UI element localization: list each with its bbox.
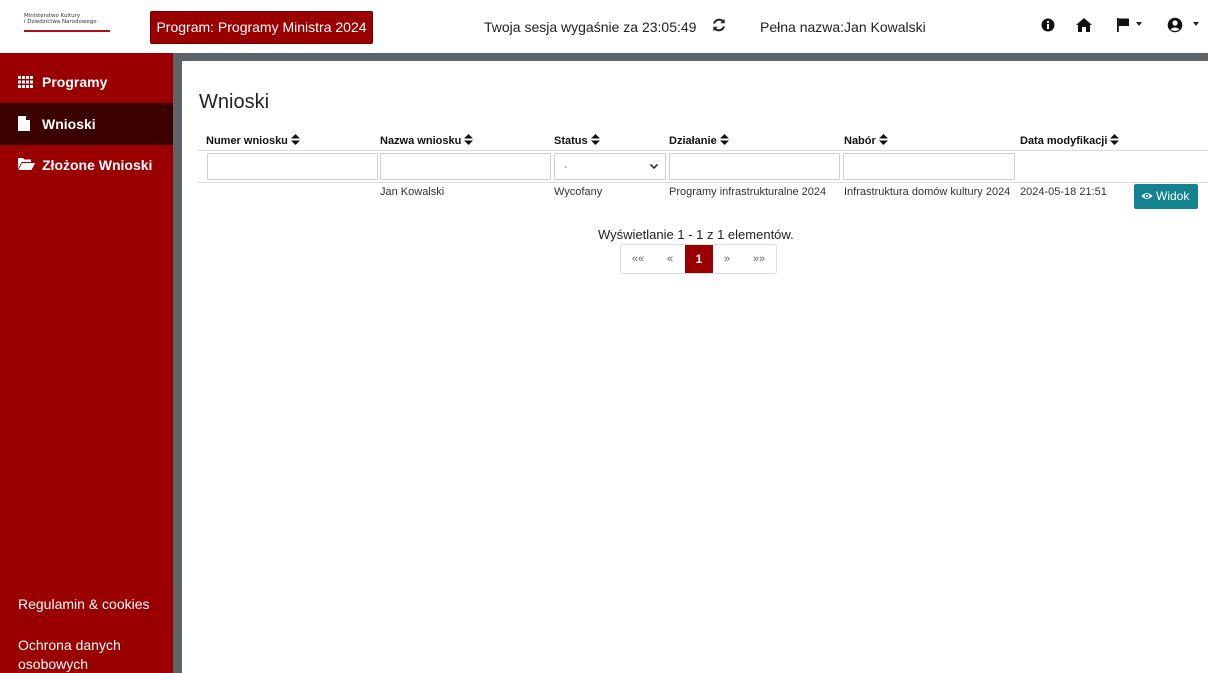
filter-nazwa-input[interactable] [380,153,551,180]
terms-cookies-link[interactable]: Regulamin & cookies [18,595,150,614]
language-caret-icon[interactable] [1136,22,1142,26]
pagination-last[interactable]: »» [741,245,777,273]
column-header-label: Numer wniosku [206,135,288,147]
column-header-nazwa[interactable]: Nazwa wniosku [380,134,474,147]
pagination-prev[interactable]: « [655,245,685,273]
view-button-label: Widok [1156,189,1190,203]
session-timer: Twoja sesja wygaśnie za 23:05:49 [484,19,697,35]
main-content: Wnioski Numer wniosku Nazwa wniosku Stat… [182,61,1208,673]
column-header-dzialanie[interactable]: Działanie [669,134,729,147]
sidebar-item-label: Programy [42,74,108,90]
column-header-data-modyfikacji[interactable]: Data modyfikacji [1020,134,1120,147]
ministry-logo[interactable]: Ministerstwo Kultury i Dziedzictwa Narod… [24,13,116,37]
column-header-label: Nazwa wniosku [380,135,462,147]
cell-status: Wycofany [554,186,603,198]
cell-nabor: Infrastruktura domów kultury 2024 [844,186,1011,198]
pagination-first[interactable]: «« [621,245,655,273]
filter-status-select[interactable]: - [554,153,666,180]
pagination-next[interactable]: » [713,245,741,273]
home-icon[interactable] [1075,17,1093,33]
column-header-status[interactable]: Status [554,134,600,147]
user-fullname: Pełna nazwa:Jan Kowalski [760,19,926,35]
grid-icon [18,76,33,88]
user-circle-icon[interactable] [1167,17,1183,33]
filter-numer-input[interactable] [207,153,378,180]
user-menu-caret-icon[interactable] [1193,22,1199,26]
flag-icon[interactable] [1116,17,1130,33]
sidebar-item-zlozone-wnioski[interactable]: Złożone Wnioski [0,145,173,185]
privacy-link-line-1: Ochrona danych [18,637,121,653]
column-header-label: Data modyfikacji [1020,135,1108,147]
sidebar-item-programy[interactable]: Programy [0,63,173,103]
folder-open-icon [18,158,35,170]
privacy-link-line-2: osobowych [18,656,89,672]
column-header-label: Nabór [844,135,876,147]
sort-icon [290,134,300,145]
results-summary: Wyświetlanie 1 - 1 z 1 elementów. [598,227,794,242]
cell-data-modyfikacji: 2024-05-18 21:51 [1020,186,1107,198]
sidebar: Programy Wnioski Złożone Wnioski Regulam… [0,53,173,673]
sort-icon [464,134,474,145]
header-divider [198,150,1208,151]
column-header-numer[interactable]: Numer wniosku [206,134,300,147]
filter-nabor-input[interactable] [843,153,1015,180]
file-icon [18,116,30,131]
refresh-icon[interactable] [711,17,727,33]
privacy-link[interactable]: Ochrona danych osobowych [18,636,121,673]
column-header-label: Działanie [669,135,717,147]
view-button[interactable]: Widok [1134,184,1198,209]
program-selector-button[interactable]: Program: Programy Ministra 2024 [150,11,373,44]
pagination: «« « 1 » »» [620,244,777,274]
pagination-page-1[interactable]: 1 [685,245,713,273]
filter-divider [198,182,1208,183]
top-bar: Ministerstwo Kultury i Dziedzictwa Narod… [0,0,1208,53]
info-icon[interactable] [1041,17,1055,33]
column-header-label: Status [554,135,588,147]
sidebar-item-label: Złożone Wnioski [42,157,153,173]
sidebar-item-label: Wnioski [42,116,96,132]
column-header-nabor[interactable]: Nabór [844,134,888,147]
cell-dzialanie: Programy infrastrukturalne 2024 [669,186,827,198]
sort-icon [719,134,729,145]
cell-nazwa: Jan Kowalski [380,186,445,198]
filter-dzialanie-input[interactable] [669,153,840,180]
sort-icon [590,134,600,145]
logo-line-2: i Dziedzictwa Narodowego [24,19,97,25]
eye-icon [1141,193,1153,199]
logo-underline [24,30,110,32]
sort-icon [1110,134,1120,145]
sidebar-item-wnioski[interactable]: Wnioski [0,103,173,145]
filter-status-selected: - [564,162,568,173]
chevron-down-icon [649,163,659,170]
sort-icon [878,134,888,145]
page-title: Wnioski [199,91,270,113]
